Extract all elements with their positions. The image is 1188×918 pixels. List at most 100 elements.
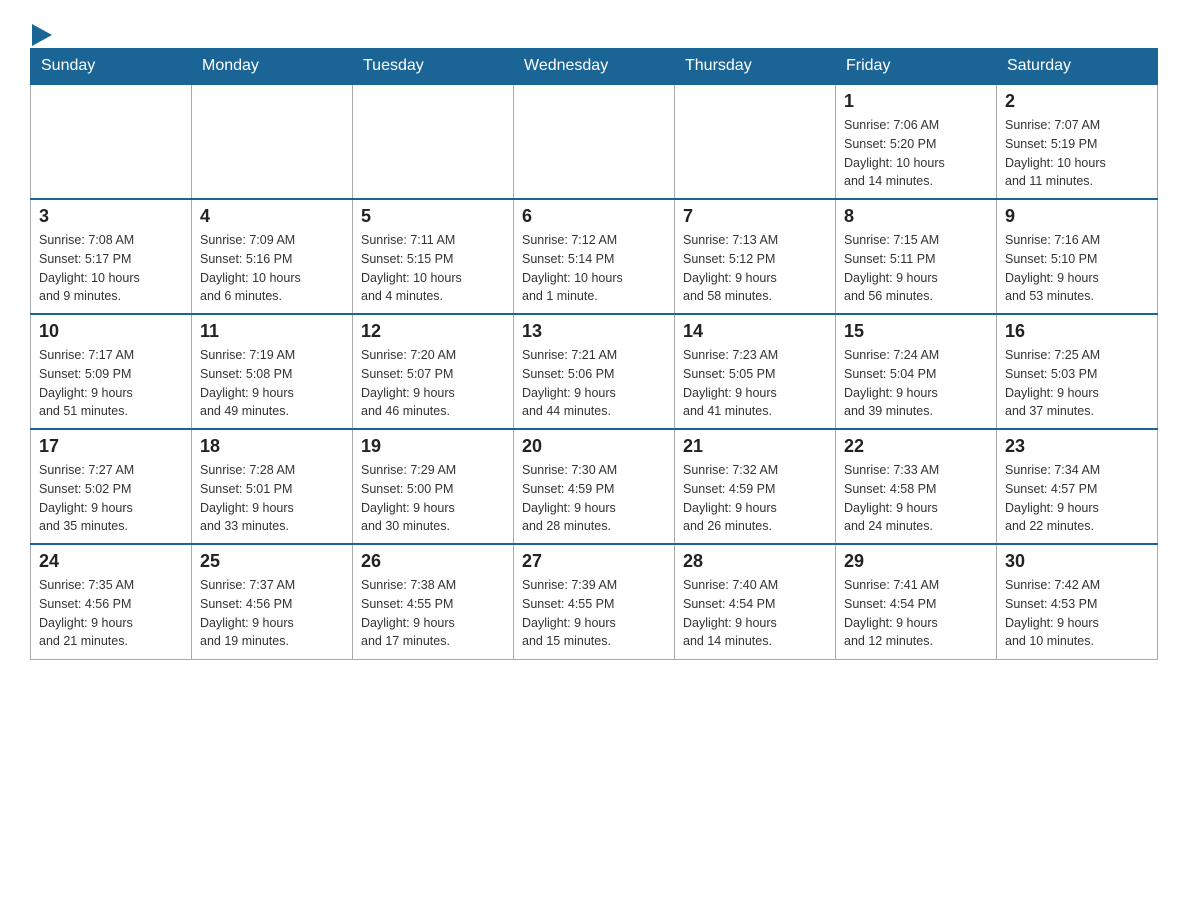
calendar-cell: 9 Sunrise: 7:16 AM Sunset: 5:10 PM Daylig…: [997, 199, 1158, 314]
calendar-week-4: 17 Sunrise: 7:27 AM Sunset: 5:02 PM Dayli…: [31, 429, 1158, 544]
calendar-cell: 13 Sunrise: 7:21 AM Sunset: 5:06 PM Dayli…: [514, 314, 675, 429]
day-number: 10: [39, 321, 183, 342]
weekday-header-row: SundayMondayTuesdayWednesdayThursdayFrid…: [31, 49, 1158, 85]
day-info: Sunrise: 7:33 AM Sunset: 4:58 PM Dayligh…: [844, 461, 988, 536]
day-info: Sunrise: 7:12 AM Sunset: 5:14 PM Dayligh…: [522, 231, 666, 306]
weekday-header-friday: Friday: [836, 49, 997, 85]
day-number: 14: [683, 321, 827, 342]
calendar-cell: 10 Sunrise: 7:17 AM Sunset: 5:09 PM Dayli…: [31, 314, 192, 429]
day-info: Sunrise: 7:42 AM Sunset: 4:53 PM Dayligh…: [1005, 576, 1149, 651]
day-info: Sunrise: 7:40 AM Sunset: 4:54 PM Dayligh…: [683, 576, 827, 651]
day-info: Sunrise: 7:07 AM Sunset: 5:19 PM Dayligh…: [1005, 116, 1149, 191]
calendar-cell: 16 Sunrise: 7:25 AM Sunset: 5:03 PM Dayli…: [997, 314, 1158, 429]
calendar-week-2: 3 Sunrise: 7:08 AM Sunset: 5:17 PM Daylig…: [31, 199, 1158, 314]
day-number: 27: [522, 551, 666, 572]
calendar-cell: 5Sunrise: 7:11 AM Sunset: 5:15 PM Daylig…: [353, 199, 514, 314]
day-info: Sunrise: 7:38 AM Sunset: 4:55 PM Dayligh…: [361, 576, 505, 651]
calendar-table: SundayMondayTuesdayWednesdayThursdayFrid…: [30, 48, 1158, 660]
day-info: Sunrise: 7:32 AM Sunset: 4:59 PM Dayligh…: [683, 461, 827, 536]
calendar-cell: 14 Sunrise: 7:23 AM Sunset: 5:05 PM Dayli…: [675, 314, 836, 429]
weekday-header-thursday: Thursday: [675, 49, 836, 85]
calendar-cell: 21 Sunrise: 7:32 AM Sunset: 4:59 PM Dayli…: [675, 429, 836, 544]
day-info: Sunrise: 7:15 AM Sunset: 5:11 PM Dayligh…: [844, 231, 988, 306]
day-info: Sunrise: 7:06 AM Sunset: 5:20 PM Dayligh…: [844, 116, 988, 191]
calendar-cell: 3 Sunrise: 7:08 AM Sunset: 5:17 PM Daylig…: [31, 199, 192, 314]
calendar-cell: [675, 84, 836, 199]
day-number: 18: [200, 436, 344, 457]
day-info: Sunrise: 7:34 AM Sunset: 4:57 PM Dayligh…: [1005, 461, 1149, 536]
calendar-cell: 8 Sunrise: 7:15 AM Sunset: 5:11 PM Daylig…: [836, 199, 997, 314]
day-number: 7: [683, 206, 827, 227]
day-number: 23: [1005, 436, 1149, 457]
day-number: 21: [683, 436, 827, 457]
calendar-cell: 18 Sunrise: 7:28 AM Sunset: 5:01 PM Dayli…: [192, 429, 353, 544]
calendar-cell: 27 Sunrise: 7:39 AM Sunset: 4:55 PM Dayli…: [514, 544, 675, 659]
day-number: 25: [200, 551, 344, 572]
calendar-cell: 20 Sunrise: 7:30 AM Sunset: 4:59 PM Dayli…: [514, 429, 675, 544]
day-number: 29: [844, 551, 988, 572]
day-number: 1: [844, 91, 988, 112]
day-number: 15: [844, 321, 988, 342]
day-number: 19: [361, 436, 505, 457]
day-number: 6: [522, 206, 666, 227]
day-number: 12: [361, 321, 505, 342]
day-number: 13: [522, 321, 666, 342]
day-number: 11: [200, 321, 344, 342]
weekday-header-wednesday: Wednesday: [514, 49, 675, 85]
calendar-cell: 6 Sunrise: 7:12 AM Sunset: 5:14 PM Daylig…: [514, 199, 675, 314]
calendar-cell: [31, 84, 192, 199]
day-number: 17: [39, 436, 183, 457]
day-number: 9: [1005, 206, 1149, 227]
day-number: 30: [1005, 551, 1149, 572]
day-info: Sunrise: 7:41 AM Sunset: 4:54 PM Dayligh…: [844, 576, 988, 651]
day-number: 4: [200, 206, 344, 227]
day-info: Sunrise: 7:39 AM Sunset: 4:55 PM Dayligh…: [522, 576, 666, 651]
page-header: [30, 20, 1158, 38]
day-number: 8: [844, 206, 988, 227]
calendar-cell: 25 Sunrise: 7:37 AM Sunset: 4:56 PM Dayli…: [192, 544, 353, 659]
weekday-header-saturday: Saturday: [997, 49, 1158, 85]
calendar-cell: [192, 84, 353, 199]
weekday-header-sunday: Sunday: [31, 49, 192, 85]
day-number: 2: [1005, 91, 1149, 112]
day-number: 26: [361, 551, 505, 572]
day-info: Sunrise: 7:25 AM Sunset: 5:03 PM Dayligh…: [1005, 346, 1149, 421]
day-number: 16: [1005, 321, 1149, 342]
calendar-week-5: 24Sunrise: 7:35 AM Sunset: 4:56 PM Dayli…: [31, 544, 1158, 659]
day-info: Sunrise: 7:21 AM Sunset: 5:06 PM Dayligh…: [522, 346, 666, 421]
calendar-cell: 22 Sunrise: 7:33 AM Sunset: 4:58 PM Dayli…: [836, 429, 997, 544]
day-number: 5: [361, 206, 505, 227]
calendar-cell: 26 Sunrise: 7:38 AM Sunset: 4:55 PM Dayli…: [353, 544, 514, 659]
calendar-cell: 7Sunrise: 7:13 AM Sunset: 5:12 PM Daylig…: [675, 199, 836, 314]
day-number: 20: [522, 436, 666, 457]
calendar-cell: 15 Sunrise: 7:24 AM Sunset: 5:04 PM Dayli…: [836, 314, 997, 429]
calendar-cell: [514, 84, 675, 199]
day-info: Sunrise: 7:37 AM Sunset: 4:56 PM Dayligh…: [200, 576, 344, 651]
weekday-header-monday: Monday: [192, 49, 353, 85]
day-info: Sunrise: 7:28 AM Sunset: 5:01 PM Dayligh…: [200, 461, 344, 536]
calendar-cell: 12Sunrise: 7:20 AM Sunset: 5:07 PM Dayli…: [353, 314, 514, 429]
day-info: Sunrise: 7:27 AM Sunset: 5:02 PM Dayligh…: [39, 461, 183, 536]
day-number: 22: [844, 436, 988, 457]
calendar-cell: 2 Sunrise: 7:07 AM Sunset: 5:19 PM Daylig…: [997, 84, 1158, 199]
calendar-week-3: 10 Sunrise: 7:17 AM Sunset: 5:09 PM Dayli…: [31, 314, 1158, 429]
day-info: Sunrise: 7:08 AM Sunset: 5:17 PM Dayligh…: [39, 231, 183, 306]
day-number: 3: [39, 206, 183, 227]
logo-arrow-icon: [30, 20, 52, 46]
day-info: Sunrise: 7:19 AM Sunset: 5:08 PM Dayligh…: [200, 346, 344, 421]
day-info: Sunrise: 7:24 AM Sunset: 5:04 PM Dayligh…: [844, 346, 988, 421]
day-info: Sunrise: 7:30 AM Sunset: 4:59 PM Dayligh…: [522, 461, 666, 536]
logo: [30, 20, 52, 38]
calendar-cell: 1 Sunrise: 7:06 AM Sunset: 5:20 PM Daylig…: [836, 84, 997, 199]
calendar-cell: 17 Sunrise: 7:27 AM Sunset: 5:02 PM Dayli…: [31, 429, 192, 544]
calendar-cell: [353, 84, 514, 199]
calendar-cell: 4Sunrise: 7:09 AM Sunset: 5:16 PM Daylig…: [192, 199, 353, 314]
calendar-cell: 19Sunrise: 7:29 AM Sunset: 5:00 PM Dayli…: [353, 429, 514, 544]
day-info: Sunrise: 7:35 AM Sunset: 4:56 PM Dayligh…: [39, 576, 183, 651]
day-info: Sunrise: 7:17 AM Sunset: 5:09 PM Dayligh…: [39, 346, 183, 421]
calendar-cell: 24Sunrise: 7:35 AM Sunset: 4:56 PM Dayli…: [31, 544, 192, 659]
day-info: Sunrise: 7:16 AM Sunset: 5:10 PM Dayligh…: [1005, 231, 1149, 306]
day-info: Sunrise: 7:23 AM Sunset: 5:05 PM Dayligh…: [683, 346, 827, 421]
calendar-cell: 11 Sunrise: 7:19 AM Sunset: 5:08 PM Dayli…: [192, 314, 353, 429]
calendar-cell: 23 Sunrise: 7:34 AM Sunset: 4:57 PM Dayli…: [997, 429, 1158, 544]
